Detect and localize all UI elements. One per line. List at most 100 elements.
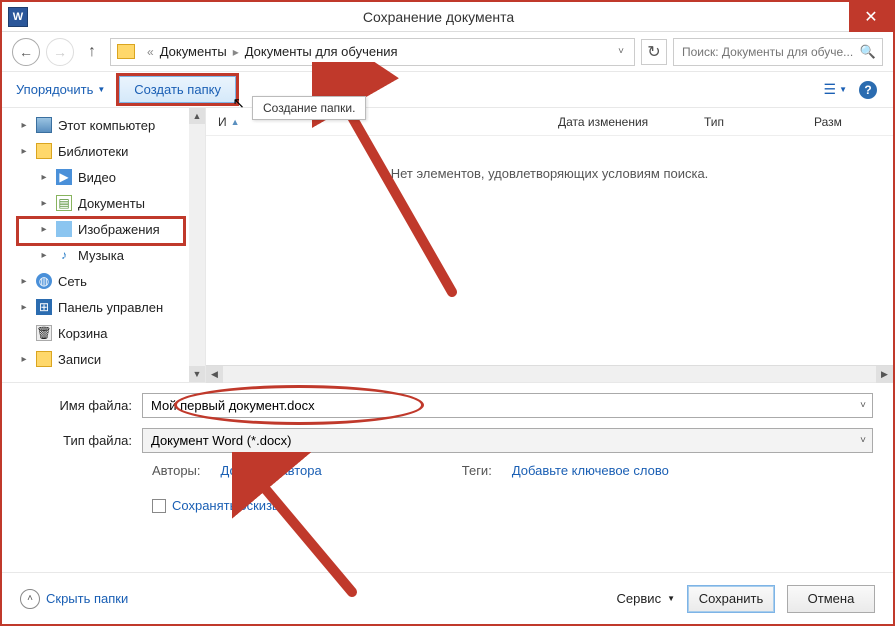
control-panel-icon: ⊞ — [36, 299, 52, 315]
filename-field[interactable]: Мой первый документ.docx ˅ — [142, 393, 873, 418]
scroll-left-icon[interactable]: ◀ — [206, 366, 223, 383]
expand-icon[interactable]: ▸ — [18, 354, 30, 365]
column-header-size[interactable]: Разм — [802, 115, 893, 129]
tools-label: Сервис — [617, 591, 662, 606]
filetype-field[interactable]: Документ Word (*.docx) ˅ — [142, 428, 873, 453]
filetype-value: Документ Word (*.docx) — [151, 433, 292, 448]
column-header-type[interactable]: Тип — [692, 115, 802, 129]
tree-item-records[interactable]: ▸ Записи — [2, 346, 205, 372]
authors-label: Авторы: — [152, 463, 201, 478]
column-header-date[interactable]: Дата изменения — [546, 115, 692, 129]
tree-label: Сеть — [58, 274, 87, 289]
new-folder-label: Создать папку — [134, 82, 221, 97]
add-tag-link[interactable]: Добавьте ключевое слово — [512, 463, 669, 478]
expand-icon[interactable]: ▸ — [38, 172, 50, 183]
refresh-button[interactable]: ↻ — [641, 39, 667, 65]
expand-icon[interactable]: ▸ — [18, 302, 30, 313]
save-thumbnails-checkbox[interactable]: Сохранять эскизы — [152, 498, 873, 513]
save-form: Имя файла: Мой первый документ.docx ˅ Ти… — [2, 382, 893, 513]
tools-menu[interactable]: Сервис ▼ — [617, 591, 675, 606]
computer-icon — [36, 117, 52, 133]
new-folder-button[interactable]: Создать папку ↖ — [119, 76, 236, 103]
tree-label: Видео — [78, 170, 116, 185]
search-icon[interactable]: 🔍 — [860, 44, 876, 60]
title-bar: W Сохранение документа ✕ — [2, 2, 893, 32]
video-icon: ▶ — [56, 169, 72, 185]
tree-label: Записи — [58, 352, 101, 367]
address-bar[interactable]: « Документы ▸ Документы для обучения ˅ — [110, 38, 635, 66]
file-list-pane: И▲ Дата изменения Тип Разм Нет элементов… — [206, 108, 893, 382]
close-button[interactable]: ✕ — [849, 2, 893, 32]
expand-icon[interactable]: ▸ — [18, 276, 30, 287]
forward-button[interactable]: → — [46, 38, 74, 66]
word-icon: W — [8, 7, 28, 27]
folder-icon — [117, 44, 135, 59]
save-thumbnails-label: Сохранять эскизы — [172, 498, 281, 513]
chevron-down-icon: ▼ — [97, 85, 105, 94]
back-button[interactable]: ← — [12, 38, 40, 66]
tags-label: Теги: — [462, 463, 492, 478]
expand-icon[interactable]: ▸ — [38, 250, 50, 261]
chevron-down-icon[interactable]: ˅ — [860, 435, 866, 446]
music-icon: ♪ — [56, 247, 72, 263]
tree-label: Панель управлен — [58, 300, 163, 315]
cancel-button[interactable]: Отмена — [787, 585, 875, 613]
empty-message: Нет элементов, удовлетворяющих условиям … — [206, 166, 893, 181]
horizontal-scrollbar[interactable]: ◀ ▶ — [206, 365, 893, 382]
hide-folders-toggle[interactable]: ˄ Скрыть папки — [20, 589, 128, 609]
collapse-icon: ˄ — [20, 589, 40, 609]
breadcrumb-seg-1[interactable]: Документы — [160, 44, 227, 59]
images-icon — [56, 221, 72, 237]
help-button[interactable]: ? — [859, 81, 877, 99]
recycle-bin-icon: 🗑 — [36, 325, 52, 341]
network-icon: ◍ — [36, 273, 52, 289]
tree-label: Музыка — [78, 248, 124, 263]
hide-folders-label: Скрыть папки — [46, 591, 128, 606]
navigation-bar: ← → ↑ « Документы ▸ Документы для обучен… — [2, 32, 893, 72]
dialog-footer: ˄ Скрыть папки Сервис ▼ Сохранить Отмена — [2, 572, 893, 624]
sort-ascending-icon: ▲ — [231, 117, 240, 127]
tree-item-computer[interactable]: ▸ Этот компьютер — [2, 112, 205, 138]
new-folder-tooltip: Создание папки. — [252, 96, 366, 120]
save-button[interactable]: Сохранить — [687, 585, 775, 613]
chevron-down-icon[interactable]: ˅ — [860, 400, 866, 411]
navigation-tree: ▸Этот компьютер ▸Библиотеки ▸▶Видео ▸▤До… — [2, 108, 206, 382]
organize-menu[interactable]: Упорядочить ▼ — [16, 82, 105, 97]
expand-icon[interactable]: ▸ — [38, 224, 50, 235]
tree-item-recycle-bin[interactable]: ▸🗑Корзина — [2, 320, 205, 346]
list-view-icon: ☰ — [824, 81, 837, 98]
sidebar-scrollbar[interactable]: ▲ ▼ — [189, 108, 205, 382]
documents-icon: ▤ — [56, 195, 72, 211]
chevron-right-icon: ▸ — [233, 45, 239, 59]
expand-icon[interactable]: ▸ — [18, 120, 30, 131]
filename-value: Мой первый документ.docx — [151, 398, 315, 413]
tree-item-music[interactable]: ▸ ♪ Музыка — [2, 242, 205, 268]
breadcrumb-prefix: « — [147, 45, 154, 59]
search-input[interactable] — [680, 44, 876, 60]
expand-icon[interactable]: ▸ — [38, 198, 50, 209]
up-button[interactable]: ↑ — [80, 40, 104, 64]
checkbox-icon[interactable] — [152, 499, 166, 513]
tree-label: Корзина — [58, 326, 108, 341]
view-options-button[interactable]: ☰ ▼ — [824, 81, 847, 98]
expand-icon[interactable]: ▸ — [18, 146, 30, 157]
tree-label: Библиотеки — [58, 144, 128, 159]
tree-item-images[interactable]: ▸Изображения — [2, 216, 205, 242]
folder-icon — [36, 351, 52, 367]
add-author-link[interactable]: Добавьте автора — [221, 463, 322, 478]
search-box[interactable]: 🔍 — [673, 38, 883, 66]
address-dropdown-icon[interactable]: ˅ — [614, 46, 628, 57]
tree-item-libraries[interactable]: ▸ Библиотеки — [2, 138, 205, 164]
filename-label: Имя файла: — [22, 398, 142, 413]
tree-item-documents[interactable]: ▸▤Документы — [2, 190, 205, 216]
libraries-icon — [36, 143, 52, 159]
scroll-down-icon[interactable]: ▼ — [189, 366, 205, 382]
breadcrumb-seg-2[interactable]: Документы для обучения — [245, 44, 398, 59]
tree-label: Этот компьютер — [58, 118, 155, 133]
tree-item-control-panel[interactable]: ▸ ⊞ Панель управлен — [2, 294, 205, 320]
scroll-up-icon[interactable]: ▲ — [189, 108, 205, 124]
chevron-down-icon: ▼ — [839, 85, 847, 94]
tree-item-video[interactable]: ▸ ▶ Видео — [2, 164, 205, 190]
scroll-right-icon[interactable]: ▶ — [876, 366, 893, 383]
tree-item-network[interactable]: ▸ ◍ Сеть — [2, 268, 205, 294]
